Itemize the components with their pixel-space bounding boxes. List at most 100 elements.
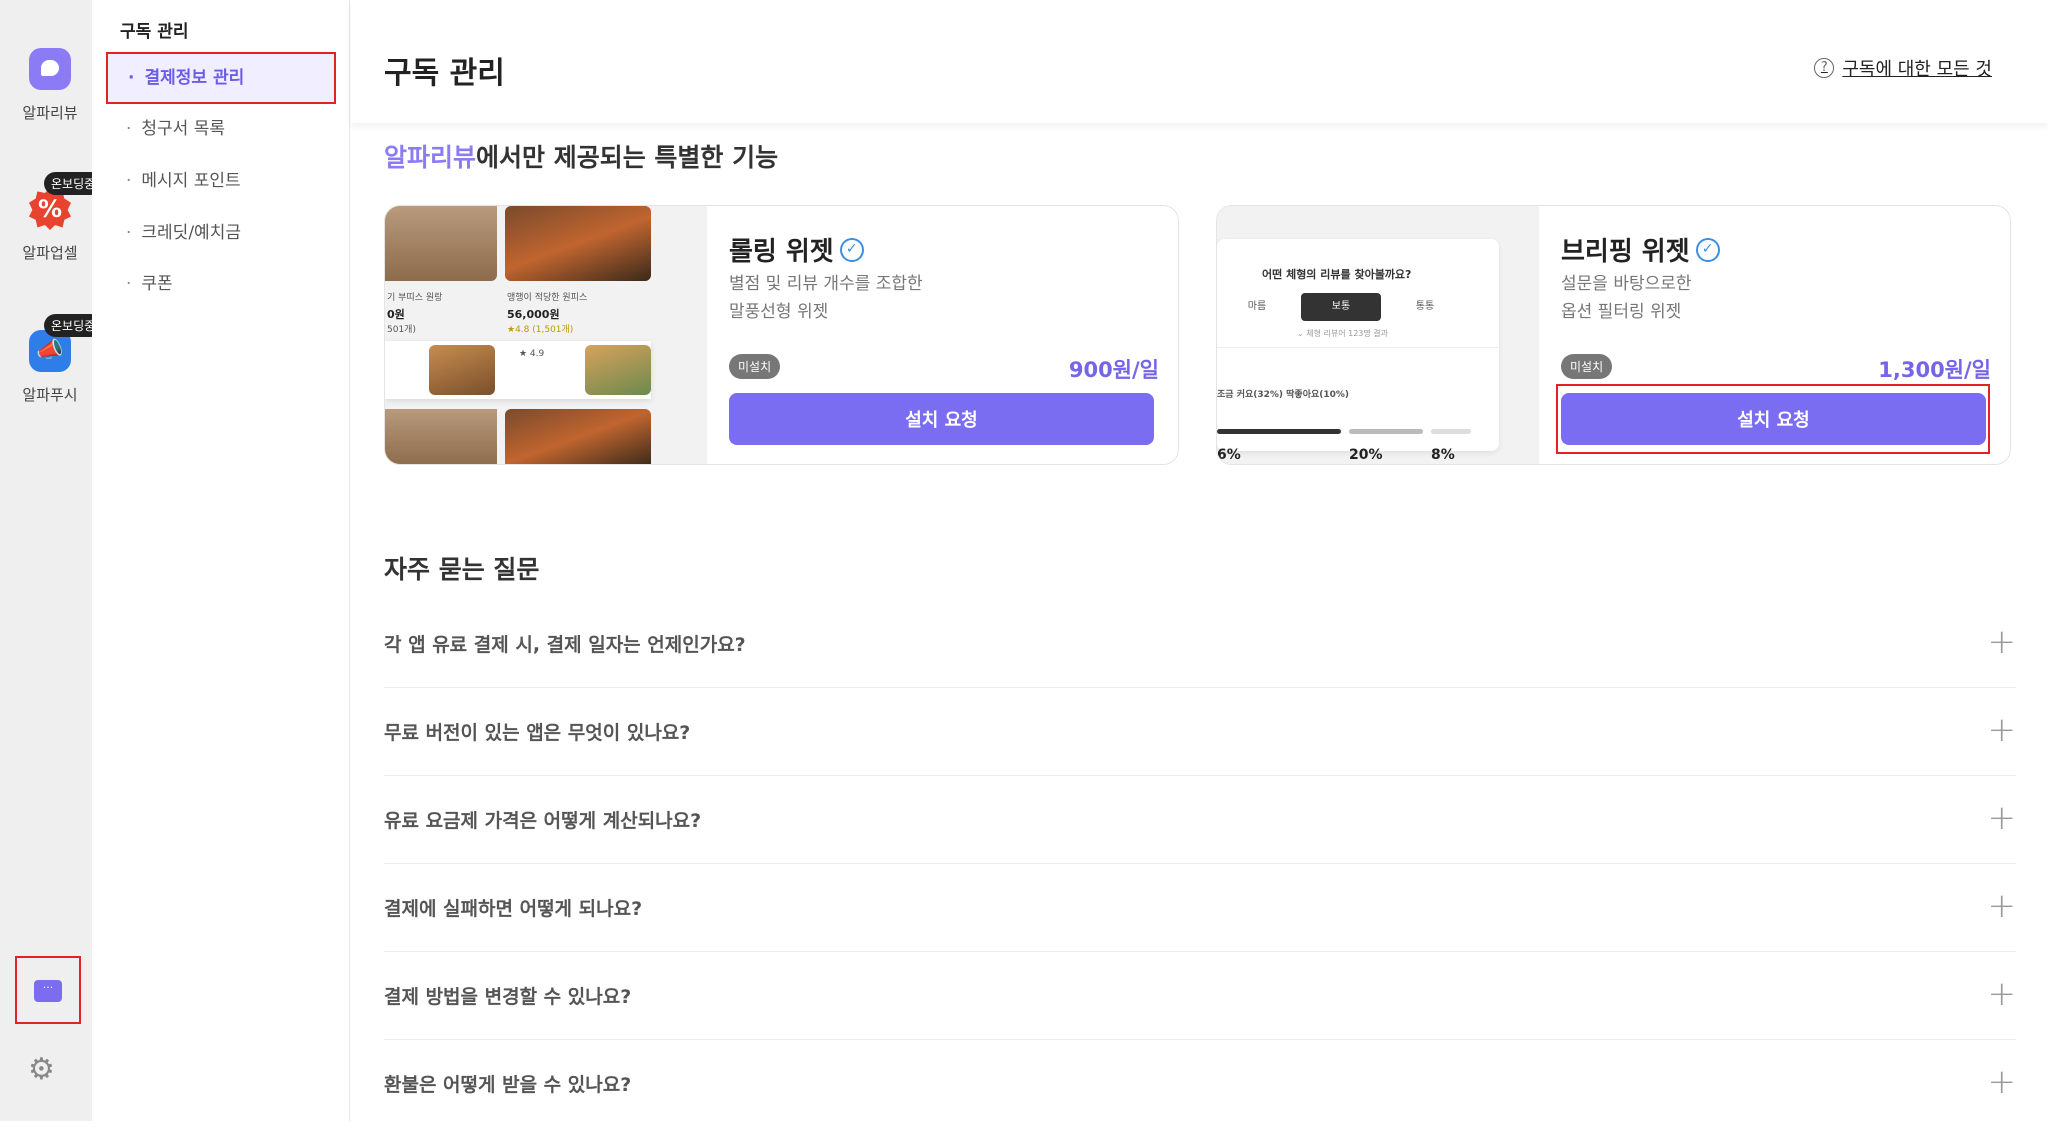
red-panda-image xyxy=(505,206,651,281)
red-panda-image xyxy=(505,409,651,464)
gear-icon[interactable]: ⚙ xyxy=(28,1052,55,1087)
rail-app-alpha-review[interactable]: 알파리뷰 xyxy=(0,48,100,123)
install-request-button[interactable]: 설치 요청 xyxy=(1561,393,1986,445)
page-title: 구독 관리 xyxy=(384,56,505,91)
product-count: 501개) xyxy=(387,325,416,335)
stat-bar xyxy=(1217,429,1341,434)
survey-option-selected: 보통 xyxy=(1301,293,1381,321)
plus-icon[interactable]: + xyxy=(1988,710,2017,750)
faq-item[interactable]: 무료 버전이 있는 앱은 무엇이 있나요? + xyxy=(384,688,2016,776)
stat-bar xyxy=(1349,429,1423,434)
widget-name: 롤링 위젯 ✓ xyxy=(729,231,864,268)
features-title: 알파리뷰에서만 제공되는 특별한 기능 xyxy=(384,138,778,174)
plus-icon[interactable]: + xyxy=(1988,1062,2017,1102)
widget-description-line: 옵션 필터링 위젯 xyxy=(1561,302,1682,322)
help-link-label: 구독에 대한 모든 것 xyxy=(1842,59,1992,80)
help-link[interactable]: ? 구독에 대한 모든 것 xyxy=(1814,55,1992,81)
features-title-accent: 알파리뷰 xyxy=(384,143,477,172)
status-badge: 미설치 xyxy=(1561,354,1613,379)
meerkat-image xyxy=(385,206,497,281)
review-rating: ★ 4.9 xyxy=(519,349,545,359)
question-icon: ? xyxy=(1814,58,1835,78)
review-bubble: ★ 4.9 xyxy=(385,341,651,399)
product-caption: 기 부띠스 원랑 xyxy=(387,293,443,303)
submenu-item-label: 결제정보 관리 xyxy=(144,68,245,88)
page-header: 구독 관리 ? 구독에 대한 모든 것 xyxy=(351,0,2048,123)
stat-value: 6% xyxy=(1217,447,1241,463)
app-rail: 알파리뷰 % 온보딩중 알파업셀 📣 온보딩중 알파푸시 ··· ⚙ xyxy=(0,0,103,1121)
plus-icon[interactable]: + xyxy=(1988,622,2017,662)
product-rating: ★4.8 (1,501개) xyxy=(507,325,574,335)
faq-question: 무료 버전이 있는 앱은 무엇이 있나요? xyxy=(384,722,691,744)
rolling-widget-info: 롤링 위젯 ✓ 별점 및 리뷰 개수를 조합한 말풍선형 위젯 미설치 900원… xyxy=(729,206,1159,464)
widget-price: 1,300원/일 xyxy=(1878,358,1991,382)
bullet-icon: · xyxy=(126,223,132,243)
subscription-chat-button[interactable]: ··· xyxy=(15,956,81,1024)
submenu-item-credit[interactable]: · 크레딧/예치금 xyxy=(106,207,336,259)
plus-icon[interactable]: + xyxy=(1988,798,2017,838)
product-price: 0원 xyxy=(387,308,405,321)
stat-value: 20% xyxy=(1349,447,1383,463)
faq-item[interactable]: 환불은 어떻게 받을 수 있나요? + xyxy=(384,1040,2016,1128)
bullet-icon: · xyxy=(126,171,132,191)
submenu-item-label: 쿠폰 xyxy=(141,274,173,294)
features-title-rest: 에서만 제공되는 특별한 기능 xyxy=(476,143,779,172)
submenu-item-label: 메시지 포인트 xyxy=(141,171,241,191)
rail-app-label: 알파푸시 xyxy=(22,386,78,404)
rail-app-alpha-upsell[interactable]: % 온보딩중 알파업셀 xyxy=(0,172,103,263)
subscription-submenu: 구독 관리 · 결제정보 관리 · 청구서 목록 · 메시지 포인트 · 크레딧/예치금… xyxy=(92,0,350,1121)
stat-value: 8% xyxy=(1431,447,1455,463)
verified-icon: ✓ xyxy=(1695,237,1720,262)
widget-description-line: 설문을 바탕으로한 xyxy=(1561,274,1692,294)
submenu-title: 구독 관리 xyxy=(120,22,189,42)
status-badge: 미설치 xyxy=(729,354,781,379)
faq-item[interactable]: 유료 요금제 가격은 어떻게 계산되나요? + xyxy=(384,776,2016,864)
stat-bar xyxy=(1431,429,1471,434)
submenu-item-message-points[interactable]: · 메시지 포인트 xyxy=(106,155,336,207)
survey-preview: 어떤 체형의 리뷰를 찾아볼까요? 마름 보통 통통 ⌄ 체형 리뷰어 123명… xyxy=(1217,239,1499,463)
faq-question: 결제 방법을 변경할 수 있나요? xyxy=(384,986,632,1008)
submenu-item-coupon[interactable]: · 쿠폰 xyxy=(106,258,336,310)
faq-item[interactable]: 결제 방법을 변경할 수 있나요? + xyxy=(384,952,2016,1040)
faq-title: 자주 묻는 질문 xyxy=(384,555,540,584)
widget-description: 설문을 바탕으로한 옵션 필터링 위젯 xyxy=(1561,270,1981,326)
plus-icon[interactable]: + xyxy=(1988,974,2017,1014)
widget-name-text: 롤링 위젯 xyxy=(729,237,834,267)
bullet-icon: · xyxy=(126,119,132,139)
widget-name-text: 브리핑 위젯 xyxy=(1561,237,1690,267)
briefing-widget-info: 브리핑 위젯 ✓ 설문을 바탕으로한 옵션 필터링 위젯 미설치 1,300원/… xyxy=(1556,206,1991,464)
main-content: 구독 관리 ? 구독에 대한 모든 것 알파리뷰에서만 제공되는 특별한 기능 … xyxy=(351,0,2048,1121)
faq-question: 각 앱 유료 결제 시, 결제 일자는 언제인가요? xyxy=(384,634,746,656)
dog-image xyxy=(585,345,651,395)
rolling-widget-preview: 기 부띠스 원랑 0원 501개) 앵행이 적당한 원피스 56,000원 ★4… xyxy=(385,206,707,464)
rolling-widget-card: 기 부띠스 원랑 0원 501개) 앵행이 적당한 원피스 56,000원 ★4… xyxy=(384,205,1179,465)
divider xyxy=(1217,347,1499,348)
survey-question: 어떤 체형의 리뷰를 찾아볼까요? xyxy=(1262,268,1412,281)
faq-item[interactable]: 결제에 실패하면 어떻게 되나요? + xyxy=(384,864,2016,952)
rail-app-alpha-push[interactable]: 📣 온보딩중 알파푸시 xyxy=(0,314,103,405)
submenu-item-payment-info[interactable]: · 결제정보 관리 xyxy=(106,52,336,104)
alpha-review-icon xyxy=(29,48,71,90)
submenu-item-label: 청구서 목록 xyxy=(141,119,226,139)
widget-name: 브리핑 위젯 ✓ xyxy=(1561,231,1720,268)
install-request-button[interactable]: 설치 요청 xyxy=(729,393,1154,445)
widget-description-line: 말풍선형 위젯 xyxy=(729,302,829,322)
bullet-icon: · xyxy=(126,274,132,294)
submenu-item-label: 크레딧/예치금 xyxy=(141,223,241,243)
chat-icon: ··· xyxy=(34,980,62,1002)
faq-item[interactable]: 각 앱 유료 결제 시, 결제 일자는 언제인가요? + xyxy=(384,600,2016,688)
plus-icon[interactable]: + xyxy=(1988,886,2017,926)
rail-app-label: 알파리뷰 xyxy=(22,104,78,122)
faq-question: 유료 요금제 가격은 어떻게 계산되나요? xyxy=(384,810,702,832)
submenu-item-invoices[interactable]: · 청구서 목록 xyxy=(106,103,336,155)
faq-question: 결제에 실패하면 어떻게 되나요? xyxy=(384,898,643,920)
widget-description: 별점 및 리뷰 개수를 조합한 말풍선형 위젯 xyxy=(729,270,1149,326)
widget-description-line: 별점 및 리뷰 개수를 조합한 xyxy=(729,274,923,294)
survey-sub: ⌄ 체형 리뷰어 123명 결과 xyxy=(1297,329,1389,338)
briefing-widget-card: 어떤 체형의 리뷰를 찾아볼까요? 마름 보통 통통 ⌄ 체형 리뷰어 123명… xyxy=(1216,205,2011,465)
briefing-widget-preview: 어떤 체형의 리뷰를 찾아볼까요? 마름 보통 통통 ⌄ 체형 리뷰어 123명… xyxy=(1217,206,1539,464)
widget-price: 900원/일 xyxy=(1068,358,1159,382)
rail-app-label: 알파업셀 xyxy=(22,244,78,262)
verified-icon: ✓ xyxy=(839,237,864,262)
survey-summary: 조금 커요(32%) 딱좋아요(10%) xyxy=(1217,390,1350,400)
